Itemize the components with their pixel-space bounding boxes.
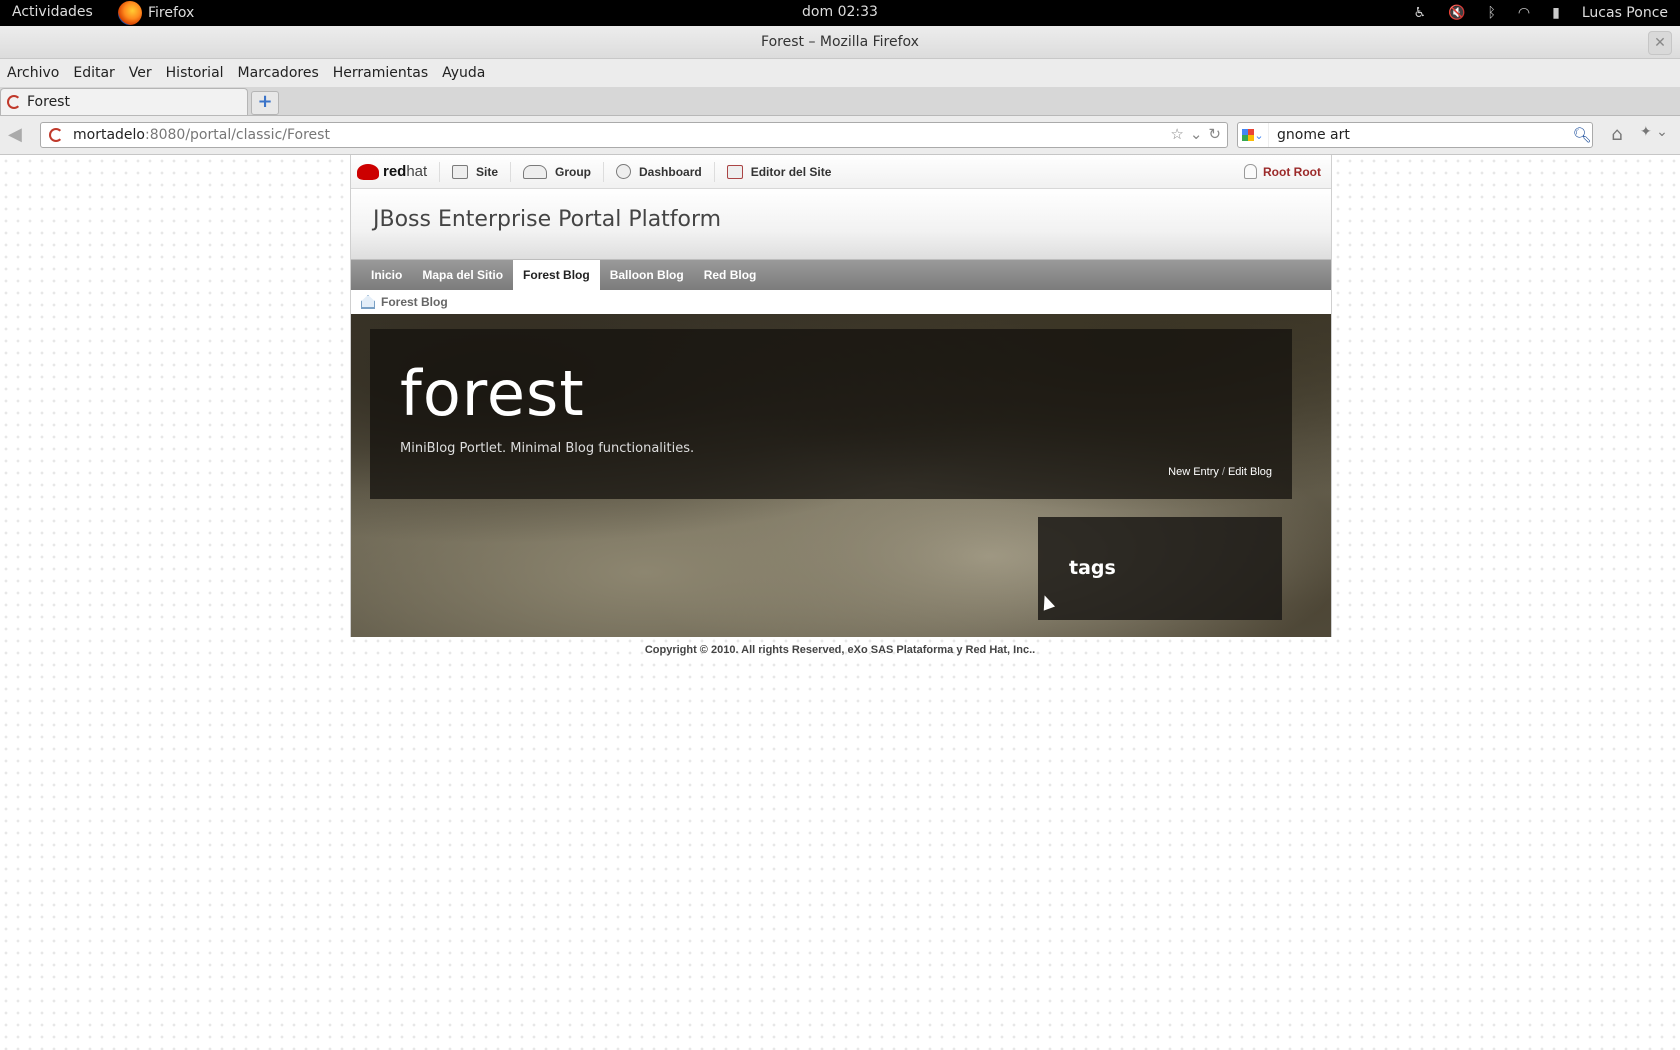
accessibility-icon[interactable]: ♿ (1414, 5, 1427, 21)
volume-icon[interactable]: 🔇 (1448, 5, 1465, 21)
portal-page: redhat Site Group Dashboard Editor del S… (350, 155, 1332, 637)
url-path: :8080/portal/classic/Forest (144, 127, 330, 143)
menu-bar: Archivo Editar Ver Historial Marcadores … (0, 59, 1680, 87)
toolbar-group-label: Group (555, 164, 592, 179)
site-identity-icon[interactable] (49, 128, 63, 142)
search-icon[interactable]: 🔍︎ (1572, 126, 1592, 144)
dashboard-icon (616, 164, 632, 179)
window-title: Forest – Mozilla Firefox (761, 34, 919, 50)
search-engine-icon[interactable]: ⌄ (1238, 123, 1269, 147)
url-host: mortadelo (73, 127, 145, 143)
blog-description: MiniBlog Portlet. Minimal Blog functiona… (400, 441, 695, 456)
blog-header: forest MiniBlog Portlet. Minimal Blog fu… (370, 329, 1292, 499)
reload-icon[interactable]: ↻ (1208, 125, 1221, 143)
window-titlebar: Forest – Mozilla Firefox ✕ (0, 26, 1680, 59)
firefox-icon (118, 1, 142, 25)
toolbar-site-editor-label: Editor del Site (750, 164, 832, 179)
blog-portlet: forest MiniBlog Portlet. Minimal Blog fu… (351, 314, 1331, 637)
site-icon (452, 164, 468, 179)
toolbar-site-editor-button[interactable]: Editor del Site (713, 161, 844, 182)
user-menu[interactable]: Lucas Ponce (1582, 5, 1668, 21)
addon-menu-icon[interactable]: ✦ ⌄ (1640, 124, 1674, 146)
portal-banner: JBoss Enterprise Portal Platform (351, 189, 1331, 260)
menu-historial[interactable]: Historial (159, 65, 231, 81)
user-account-link[interactable]: Root Root (1244, 155, 1321, 188)
menu-ayuda[interactable]: Ayuda (435, 65, 492, 81)
edit-blog-link[interactable]: Edit Blog (1228, 466, 1272, 478)
app-menu-label: Firefox (148, 5, 195, 21)
close-window-button[interactable]: ✕ (1648, 31, 1672, 55)
url-controls: ☆ ⌄ ↻ (1170, 125, 1221, 143)
navigation-toolbar: ◀ mortadelo:8080/portal/classic/Forest ☆… (0, 116, 1680, 155)
tab-label: Forest (27, 94, 70, 110)
system-tray: ♿ 🔇 ᛒ ◠ ▮ Lucas Ponce (1414, 0, 1668, 26)
tab-forest[interactable]: Forest (0, 88, 248, 115)
redhat-wordmark: redhat (383, 163, 428, 180)
menu-editar[interactable]: Editar (66, 65, 121, 81)
bluetooth-icon[interactable]: ᛒ (1488, 5, 1496, 21)
copyright-footer: Copyright © 2010. All rights Reserved, e… (644, 644, 1036, 656)
page-viewport: redhat Site Group Dashboard Editor del S… (0, 155, 1680, 1050)
menu-ver[interactable]: Ver (122, 65, 159, 81)
activities-button[interactable]: Actividades (12, 4, 93, 20)
tags-panel: tags (1038, 517, 1282, 620)
home-icon[interactable]: ⌂ (1605, 124, 1629, 146)
tags-title: tags (1069, 557, 1116, 579)
wifi-icon[interactable]: ◠ (1518, 5, 1530, 21)
app-menu[interactable]: Firefox (118, 0, 194, 26)
nav-red-blog[interactable]: Red Blog (694, 260, 767, 290)
menu-marcadores[interactable]: Marcadores (231, 65, 326, 81)
nav-forest-blog[interactable]: Forest Blog (513, 260, 600, 290)
home-breadcrumb-icon[interactable] (361, 295, 375, 309)
blog-actions: New Entry / Edit Blog (1168, 466, 1272, 478)
nav-mapa-del-sitio[interactable]: Mapa del Sitio (412, 260, 513, 290)
redhat-logo[interactable]: redhat (351, 163, 439, 180)
toolbar-group-button[interactable]: Group (510, 161, 603, 182)
editor-icon (726, 164, 743, 179)
portal-navigation: Inicio Mapa del Sitio Forest Blog Balloo… (351, 260, 1331, 290)
menu-archivo[interactable]: Archivo (0, 65, 66, 81)
toolbar-site-button[interactable]: Site (439, 161, 510, 182)
user-name: Root Root (1263, 164, 1321, 179)
menu-herramientas[interactable]: Herramientas (326, 65, 435, 81)
back-button[interactable]: ◀ (8, 125, 30, 145)
history-dropdown-icon[interactable]: ⌄ (1190, 125, 1203, 143)
breadcrumb: Forest Blog (351, 290, 1331, 314)
toolbar-site-label: Site (476, 164, 499, 179)
nav-inicio[interactable]: Inicio (361, 260, 412, 290)
toolbar-dashboard-button[interactable]: Dashboard (603, 161, 714, 182)
battery-icon[interactable]: ▮ (1552, 5, 1560, 21)
search-bar[interactable]: ⌄ gnome art 🔍︎ (1237, 122, 1593, 148)
breadcrumb-current[interactable]: Forest Blog (381, 295, 448, 309)
portal-title: JBoss Enterprise Portal Platform (373, 207, 722, 232)
gnome-top-bar: Actividades Firefox dom 02:33 ♿ 🔇 ᛒ ◠ ▮ … (0, 0, 1680, 26)
group-icon (523, 164, 548, 179)
url-bar[interactable]: mortadelo:8080/portal/classic/Forest ☆ ⌄… (40, 122, 1228, 148)
nav-balloon-blog[interactable]: Balloon Blog (600, 260, 694, 290)
new-tab-button[interactable]: + (251, 91, 279, 115)
user-icon (1244, 164, 1258, 179)
tab-strip: Forest + (0, 87, 1680, 116)
redhat-hat-icon (357, 163, 379, 180)
portal-admin-toolbar: redhat Site Group Dashboard Editor del S… (351, 155, 1331, 189)
blog-title[interactable]: forest (400, 357, 585, 430)
new-entry-link[interactable]: New Entry (1168, 466, 1219, 478)
page-favicon-icon (7, 95, 21, 109)
search-input[interactable]: gnome art (1269, 127, 1572, 143)
bookmark-star-icon[interactable]: ☆ (1170, 125, 1183, 143)
action-separator: / (1221, 466, 1225, 478)
toolbar-dashboard-label: Dashboard (639, 164, 702, 179)
